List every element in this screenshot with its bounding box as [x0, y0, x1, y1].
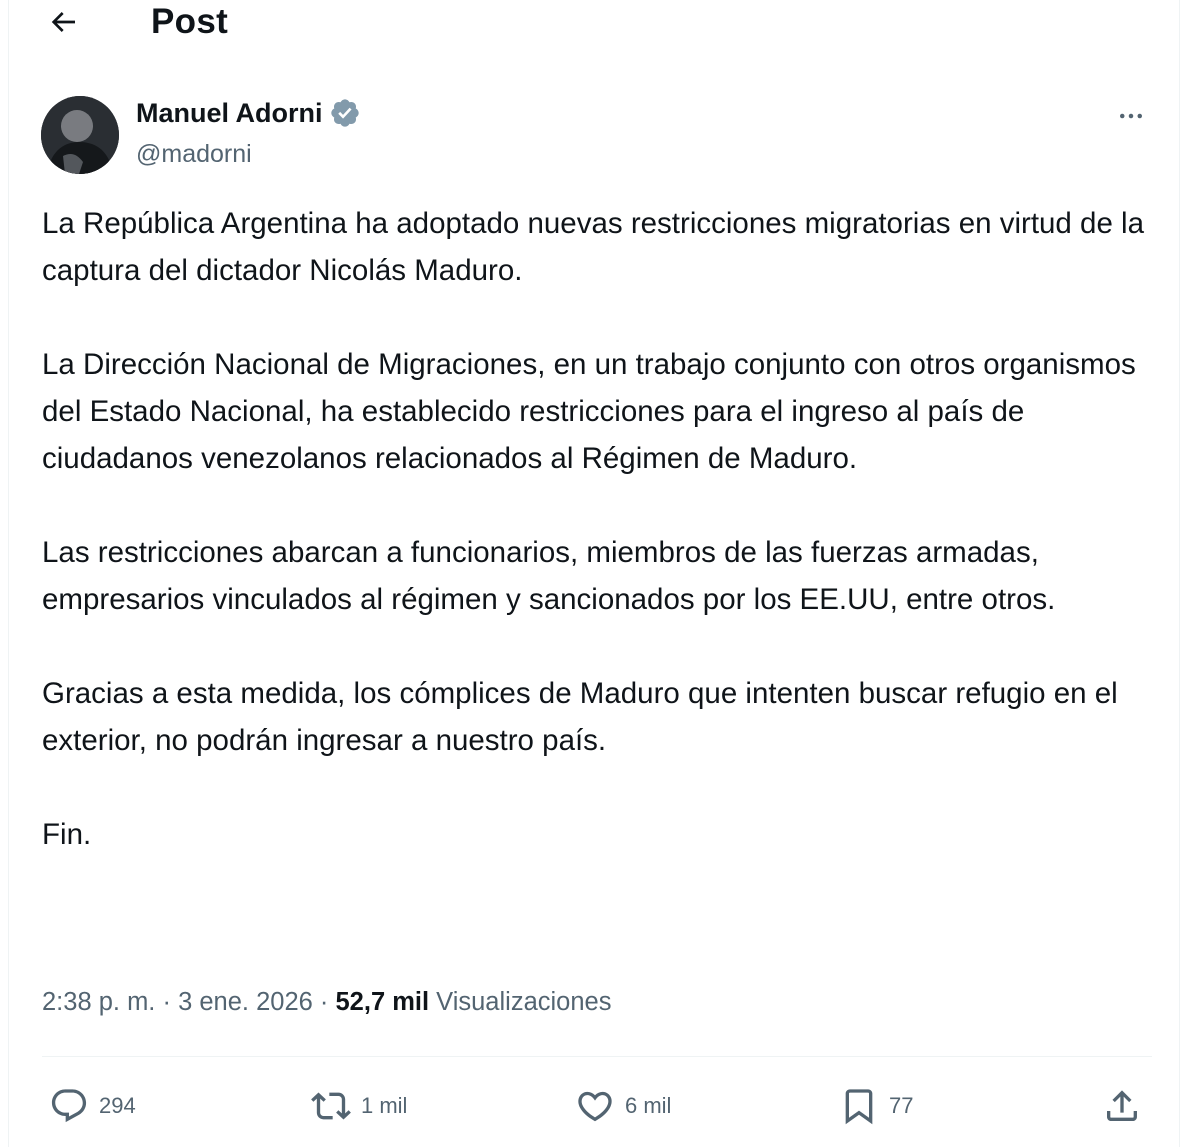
- post-page: Post Manuel Adorni @madorni La República…: [8, 0, 1180, 1147]
- reply-icon: [49, 1086, 89, 1126]
- author-name-link[interactable]: Manuel Adorni: [136, 97, 361, 129]
- page-title: Post: [151, 2, 229, 41]
- post-timestamp-link[interactable]: 2:38 p. m. · 3 ene. 2026: [42, 988, 313, 1016]
- action-bar: 294 1 mil 6 mil 77: [9, 1080, 1179, 1132]
- share-icon: [1102, 1086, 1142, 1126]
- views-label: Visualizaciones: [436, 988, 612, 1016]
- heart-icon: [575, 1086, 615, 1126]
- arrow-left-icon: [47, 6, 79, 38]
- post-paragraph: Las restricciones abarcan a funcionarios…: [42, 536, 1056, 616]
- post-paragraph: La Dirección Nacional de Migraciones, en…: [42, 348, 1136, 475]
- author-handle[interactable]: @madorni: [136, 140, 252, 169]
- like-count: 6 mil: [625, 1093, 672, 1118]
- meta-separator: ·: [162, 988, 172, 1016]
- post-paragraph: Gracias a esta medida, los cómplices de …: [42, 677, 1118, 757]
- repost-icon: [311, 1086, 351, 1126]
- page-header: Post: [9, 0, 1179, 50]
- reply-count: 294: [99, 1093, 136, 1118]
- like-button[interactable]: 6 mil: [575, 1080, 671, 1132]
- share-button[interactable]: [1102, 1080, 1142, 1132]
- more-options-button[interactable]: [1111, 98, 1151, 134]
- post-text: La República Argentina ha adoptado nueva…: [42, 200, 1162, 858]
- views-count: 52,7 mil: [335, 988, 430, 1016]
- meta-separator: ·: [319, 988, 329, 1016]
- bookmark-button[interactable]: 77: [839, 1080, 913, 1132]
- reply-button[interactable]: 294: [49, 1080, 136, 1132]
- more-horizontal-icon: [1116, 101, 1146, 131]
- post-time: 2:38 p. m.: [42, 988, 156, 1016]
- post-meta: 2:38 p. m. · 3 ene. 2026 · 52,7 mil Visu…: [42, 988, 611, 1017]
- bookmark-icon: [839, 1086, 879, 1126]
- post-date: 3 ene. 2026: [178, 988, 313, 1016]
- verified-badge-icon[interactable]: [329, 97, 361, 129]
- repost-button[interactable]: 1 mil: [311, 1080, 407, 1132]
- post-paragraph: Fin.: [42, 818, 92, 851]
- back-button[interactable]: [43, 2, 83, 42]
- avatar[interactable]: [41, 96, 119, 174]
- repost-count: 1 mil: [361, 1093, 408, 1118]
- divider: [42, 1056, 1152, 1057]
- bookmark-count: 77: [889, 1093, 914, 1118]
- author-name: Manuel Adorni: [136, 97, 323, 128]
- post-paragraph: La República Argentina ha adoptado nueva…: [42, 207, 1145, 287]
